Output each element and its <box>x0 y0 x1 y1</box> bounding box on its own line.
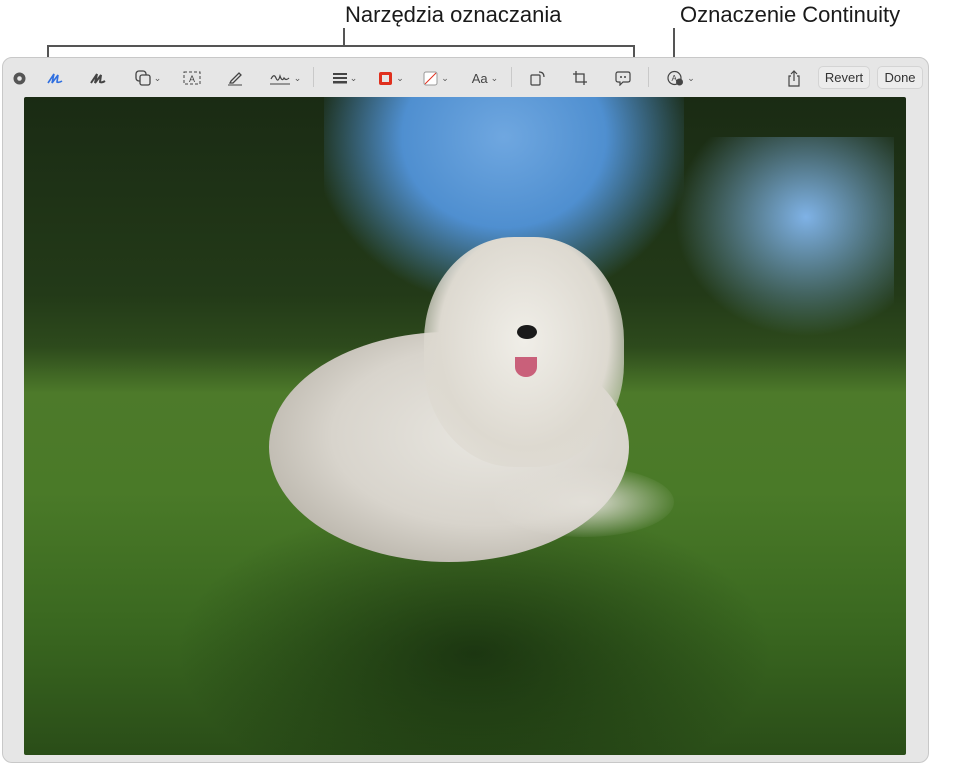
sketch-button[interactable] <box>44 67 66 89</box>
chevron-down-icon: ⌄ <box>396 72 404 83</box>
crop-button[interactable] <box>571 67 589 89</box>
toolbar-divider <box>648 67 649 87</box>
rotate-icon <box>530 71 545 86</box>
continuity-markup-button[interactable]: A ⌄ <box>665 67 697 89</box>
line-style-icon <box>332 73 347 84</box>
shapes-icon <box>135 70 151 86</box>
photo-sky <box>674 137 894 337</box>
description-icon <box>615 71 631 86</box>
callout-continuity: Oznaczenie Continuity <box>680 2 901 27</box>
record-icon <box>13 72 25 84</box>
shapes-button[interactable]: ⌄ <box>132 67 164 89</box>
chevron-down-icon: ⌄ <box>441 72 449 83</box>
description-button[interactable] <box>614 67 632 89</box>
rotate-button[interactable] <box>529 67 547 89</box>
done-button[interactable]: Done <box>877 66 923 89</box>
record-button[interactable] <box>12 67 26 89</box>
share-icon <box>788 69 800 87</box>
photo-dog-tongue <box>515 357 537 377</box>
revert-button[interactable]: Revert <box>818 66 870 89</box>
border-color-button[interactable]: ⌄ <box>375 67 407 89</box>
chevron-down-icon: ⌄ <box>293 72 302 83</box>
highlight-button[interactable] <box>226 67 244 89</box>
chevron-down-icon: ⌄ <box>490 72 499 83</box>
toolbar-divider <box>313 67 314 87</box>
continuity-markup-icon: A <box>667 70 684 86</box>
photo-dog-nose <box>517 325 537 339</box>
callout-bracket <box>47 45 635 47</box>
line-style-button[interactable]: ⌄ <box>330 67 360 89</box>
signature-button[interactable]: ⌄ <box>268 67 302 89</box>
fill-color-button[interactable]: ⌄ <box>420 67 452 89</box>
svg-text:A: A <box>189 74 195 84</box>
photo-dog-head <box>424 237 624 467</box>
text-style-icon: Aa <box>471 70 488 86</box>
border-color-icon <box>379 71 393 85</box>
text-box-button[interactable]: A <box>182 67 202 89</box>
toolbar-divider <box>511 67 512 87</box>
highlight-icon <box>228 72 242 86</box>
chevron-down-icon: ⌄ <box>687 72 695 83</box>
chevron-down-icon: ⌄ <box>153 72 162 83</box>
share-button[interactable] <box>785 67 803 89</box>
sketch-icon <box>47 73 63 84</box>
text-style-button[interactable]: Aa ⌄ <box>469 67 501 89</box>
crop-icon <box>573 71 587 85</box>
callout-line <box>343 28 345 46</box>
photo-dog-paw <box>494 467 674 537</box>
callout-markup-tools: Narzędzia oznaczania <box>345 2 562 27</box>
draw-button[interactable] <box>87 67 109 89</box>
text-box-icon: A <box>183 71 201 85</box>
draw-icon <box>90 73 106 84</box>
signature-icon <box>269 73 290 85</box>
photo-canvas[interactable] <box>24 97 906 755</box>
fill-color-icon <box>423 71 438 85</box>
chevron-down-icon: ⌄ <box>349 72 358 83</box>
